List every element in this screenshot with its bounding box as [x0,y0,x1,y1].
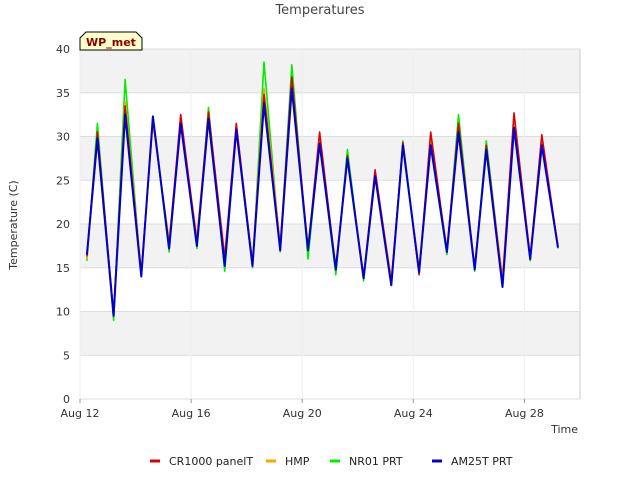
series-line-cr1000-panelt [86,76,559,315]
grid-band [80,49,580,93]
station-badge-label: WP_met [86,36,136,49]
y-tick-label: 25 [56,174,70,187]
x-tick-label: Aug 24 [394,407,433,420]
series-line-nr01-prt [86,61,559,322]
y-tick-label: 5 [63,349,70,362]
x-tick-label: Aug 20 [283,407,322,420]
temperatures-chart: Temperatures 0510152025303540 Aug 12 Aug … [7,3,581,468]
legend-label-hmp: HMP [285,455,310,468]
y-axis-ticks: 0 5 10 15 20 25 30 35 40 [56,43,70,406]
y-tick-label: 15 [56,262,70,275]
y-tick-label: 40 [56,43,70,56]
y-tick-label: 30 [56,131,70,144]
x-tick-label: Aug 16 [172,407,211,420]
legend: CR1000 panelT HMP NR01 PRT AM25T PRT [150,455,513,468]
x-tick-label: Aug 28 [505,407,544,420]
y-tick-label: 35 [56,87,70,100]
x-axis-label: Time [550,423,578,436]
series-lines [85,61,559,322]
y-tick-label: 10 [56,306,70,319]
legend-label-am25t-prt: AM25T PRT [451,455,513,468]
series-line-am25t-prt [85,87,559,317]
plot-bands [80,49,580,356]
y-axis-label: Temperature (C) [7,180,20,270]
x-tick-label: Aug 12 [61,407,100,420]
y-tick-label: 0 [63,393,70,406]
legend-label-nr01-prt: NR01 PRT [349,455,403,468]
legend-label-cr1000-panelt: CR1000 panelT [169,455,253,468]
y-tick-label: 20 [56,218,70,231]
chart-title: Temperatures [274,3,364,18]
series-line-hmp [86,83,559,317]
grid-band [80,311,580,356]
station-badge: WP_met [79,31,143,51]
x-axis-ticks: Aug 12 Aug 16 Aug 20 Aug 24 Aug 28 [61,399,544,420]
